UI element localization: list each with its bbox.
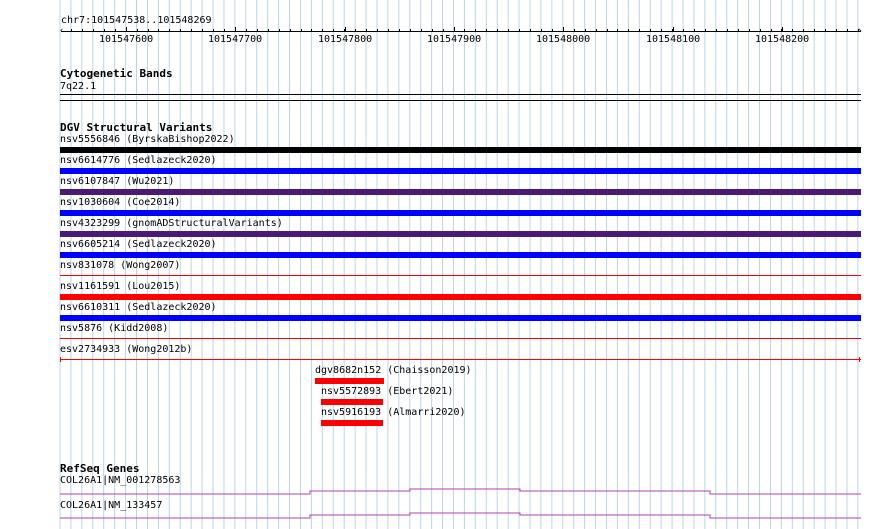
gene-model [60, 512, 861, 519]
gene-model [60, 488, 861, 495]
gene-models [60, 488, 861, 519]
